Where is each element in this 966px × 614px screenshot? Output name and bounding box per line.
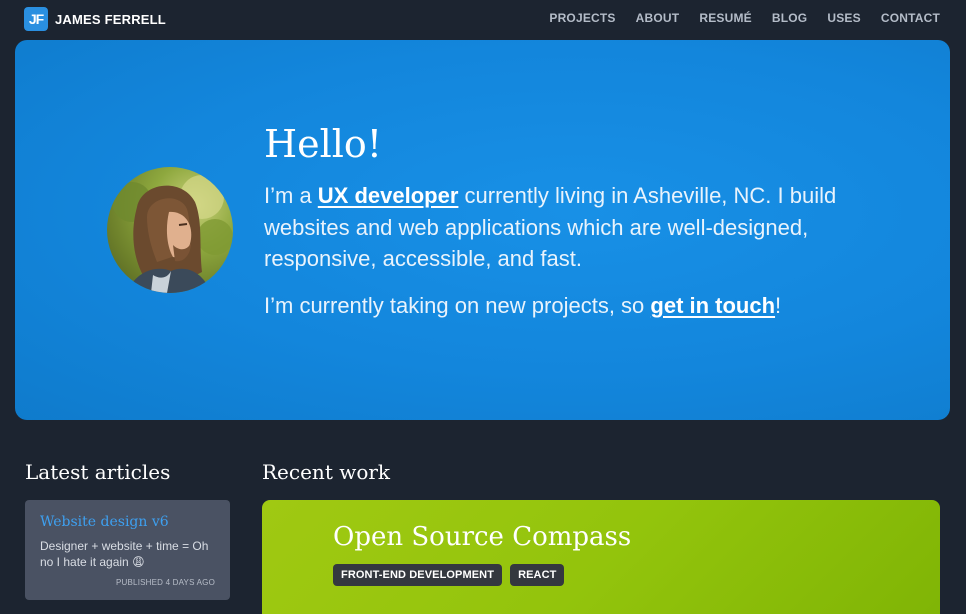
work-tags: FRONT-END DEVELOPMENT REACT [333, 564, 565, 586]
site-header: JF JAMES FERRELL PROJECTS ABOUT RESUMÉ B… [0, 0, 966, 38]
avatar [107, 167, 233, 293]
nav-item-projects[interactable]: PROJECTS [549, 11, 615, 25]
nav-item-blog[interactable]: BLOG [772, 11, 807, 25]
hero-availability-post: ! [775, 293, 782, 318]
work-title: Open Source Compass [333, 522, 632, 552]
avatar-photo-icon [112, 175, 233, 293]
nav-item-contact[interactable]: CONTACT [881, 11, 940, 25]
get-in-touch-link[interactable]: get in touch [650, 293, 775, 318]
article-card[interactable]: Website design v6 Designer + website + t… [25, 500, 230, 600]
hero-availability-pre: I’m currently taking on new projects, so [264, 293, 651, 318]
logo-text: JAMES FERRELL [55, 11, 166, 27]
hero-intro-pre: I’m a [264, 183, 318, 208]
nav-item-uses[interactable]: USES [827, 11, 860, 25]
article-description: Designer + website + time = Oh no I hate… [40, 539, 209, 569]
nav-item-resume[interactable]: RESUMÉ [699, 11, 752, 25]
logo-mark: JF [24, 7, 48, 31]
tag-front-end-development: FRONT-END DEVELOPMENT [333, 564, 503, 586]
latest-articles-heading: Latest articles [25, 460, 171, 484]
hero-section: Hello! I’m a UX developer currently livi… [15, 40, 950, 420]
site-logo[interactable]: JF JAMES FERRELL [24, 7, 166, 31]
hero-intro: I’m a UX developer currently living in A… [264, 180, 864, 275]
hero-greeting: Hello! [264, 122, 383, 166]
hero-availability: I’m currently taking on new projects, so… [264, 290, 904, 322]
article-title-link[interactable]: Website design v6 [40, 514, 215, 530]
nav-item-about[interactable]: ABOUT [636, 11, 680, 25]
recent-work-heading: Recent work [262, 460, 391, 484]
tag-react: REACT [510, 564, 565, 586]
work-card[interactable]: Open Source Compass FRONT-END DEVELOPMEN… [262, 500, 940, 614]
ux-developer-link[interactable]: UX developer [318, 183, 459, 208]
main-nav: PROJECTS ABOUT RESUMÉ BLOG USES CONTACT [549, 11, 940, 25]
article-published-date: PUBLISHED 4 DAYS AGO [116, 578, 215, 587]
